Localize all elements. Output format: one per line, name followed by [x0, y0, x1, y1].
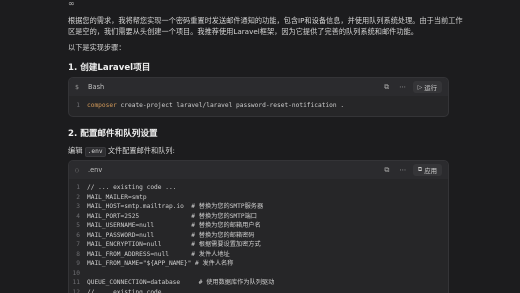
line-number: 7	[76, 241, 80, 248]
code-line: 10	[69, 269, 448, 279]
infinity-icon: ∞	[68, 0, 75, 8]
code-line: 9 MAIL_FROM_NAME="${APP_NAME}" # 发件人名称	[69, 259, 448, 269]
run-button-label: 运行	[424, 83, 437, 92]
steps-intro-text: 以下是实现步骤：	[68, 43, 126, 52]
intro-paragraph: 根据您的需求，我将帮您实现一个密码重置时发送邮件通知的功能，包含IP和设备信息，…	[68, 16, 463, 36]
code-line: 2 MAIL_MAILER=smtp	[69, 193, 448, 203]
line-number: 8	[76, 250, 80, 258]
edit-suffix: 文件配置邮件和队列:	[105, 146, 175, 155]
env-code-block: ◌ .env ⧉ ⋯ ⧉ 应用 1 // ... existing code ..…	[68, 160, 449, 293]
line-number: 9	[76, 260, 80, 267]
code-text: MAIL_MAILER=smtp	[87, 193, 147, 201]
code-block-header: ◌ .env ⧉ ⋯ ⧉ 应用	[69, 161, 448, 179]
code-text: MAIL_USERNAME=null # 替换为您的邮箱用户名	[87, 222, 261, 229]
code-text: // ... existing code ...	[87, 288, 177, 293]
code-line: 11 QUEUE_CONNECTION=database # 使用数据库作为队列驱…	[69, 278, 448, 288]
code-block-header: $ Bash ⧉ ⋯ ▷ 运行	[69, 78, 448, 96]
section-heading-create-project: 1. 创建Laravel项目	[68, 63, 151, 73]
code-line: 3 MAIL_HOST=smtp.mailtrap.io # 替换为您的SMTP服…	[69, 202, 448, 212]
apply-button-label: 应用	[424, 166, 437, 175]
code-line: 7 MAIL_ENCRYPTION=null # 根据需要设置加密方式	[69, 240, 448, 250]
code-line: 12 // ... existing code ...	[69, 288, 448, 293]
apply-button[interactable]: ⧉ 应用	[412, 164, 442, 176]
play-icon: ▷	[417, 83, 423, 91]
terminal-icon: $	[75, 83, 79, 91]
line-number: 10	[72, 269, 80, 277]
code-language-label: .env	[88, 166, 103, 174]
code-line: 8 MAIL_FROM_ADDRESS=null # 发件人地址	[69, 250, 448, 260]
line-number: 11	[72, 279, 80, 286]
section-heading-mail-queue: 2. 配置邮件和队列设置	[68, 129, 158, 139]
bash-code-block: $ Bash ⧉ ⋯ ▷ 运行 1 composer create-project…	[68, 77, 449, 117]
edit-prefix: 编辑	[68, 146, 85, 155]
line-number: 4	[76, 212, 80, 220]
code-body: 1 composer create-project laravel/laravel…	[69, 96, 448, 111]
line-number: 3	[76, 203, 80, 210]
command-token: composer	[87, 102, 117, 109]
code-text: MAIL_ENCRYPTION=null # 根据需要设置加密方式	[87, 241, 261, 248]
code-line: 4 MAIL_PORT=2525 # 替换为您的SMTP端口	[69, 212, 448, 222]
file-icon: ◌	[75, 166, 79, 174]
copy-icon[interactable]: ⧉	[380, 164, 394, 176]
code-text: MAIL_PORT=2525 # 替换为您的SMTP端口	[87, 212, 257, 220]
line-number: 5	[76, 222, 80, 229]
command-args: create-project laravel/laravel password-…	[116, 102, 345, 109]
code-text: QUEUE_CONNECTION=database # 使用数据库作为队列驱动	[87, 279, 275, 286]
code-line: 1 composer create-project laravel/laravel…	[69, 101, 448, 111]
edit-env-instruction: 编辑 .env 文件配置邮件和队列:	[68, 145, 468, 157]
run-button[interactable]: ▷ 运行	[412, 81, 442, 93]
code-text: MAIL_PASSWORD=null # 替换为您的邮箱密码	[87, 231, 255, 239]
code-text: // ... existing code ...	[87, 184, 177, 191]
code-text: MAIL_FROM_NAME="${APP_NAME}" # 发件人名称	[87, 260, 234, 267]
copy-icon[interactable]: ⧉	[380, 81, 394, 93]
code-body: 1 // ... existing code ... 2 MAIL_MAILER=sm…	[69, 179, 448, 293]
code-text: MAIL_FROM_ADDRESS=null # 发件人地址	[87, 250, 230, 258]
line-number: 1	[76, 184, 80, 191]
line-number: 12	[72, 288, 80, 293]
more-icon[interactable]: ⋯	[396, 81, 410, 93]
code-language-label: Bash	[88, 83, 105, 91]
code-line: 5 MAIL_USERNAME=null # 替换为您的邮箱用户名	[69, 221, 448, 231]
code-line: 6 MAIL_PASSWORD=null # 替换为您的邮箱密码	[69, 231, 448, 241]
line-number: 2	[76, 193, 80, 201]
code-line: 1 // ... existing code ...	[69, 183, 448, 193]
code-text: MAIL_HOST=smtp.mailtrap.io # 替换为您的SMTP服务…	[87, 203, 264, 210]
line-number: 6	[76, 231, 80, 239]
apply-icon: ⧉	[417, 166, 423, 173]
line-number: 1	[76, 102, 80, 109]
inline-filename: .env	[84, 147, 106, 157]
more-icon[interactable]: ⋯	[396, 164, 410, 176]
